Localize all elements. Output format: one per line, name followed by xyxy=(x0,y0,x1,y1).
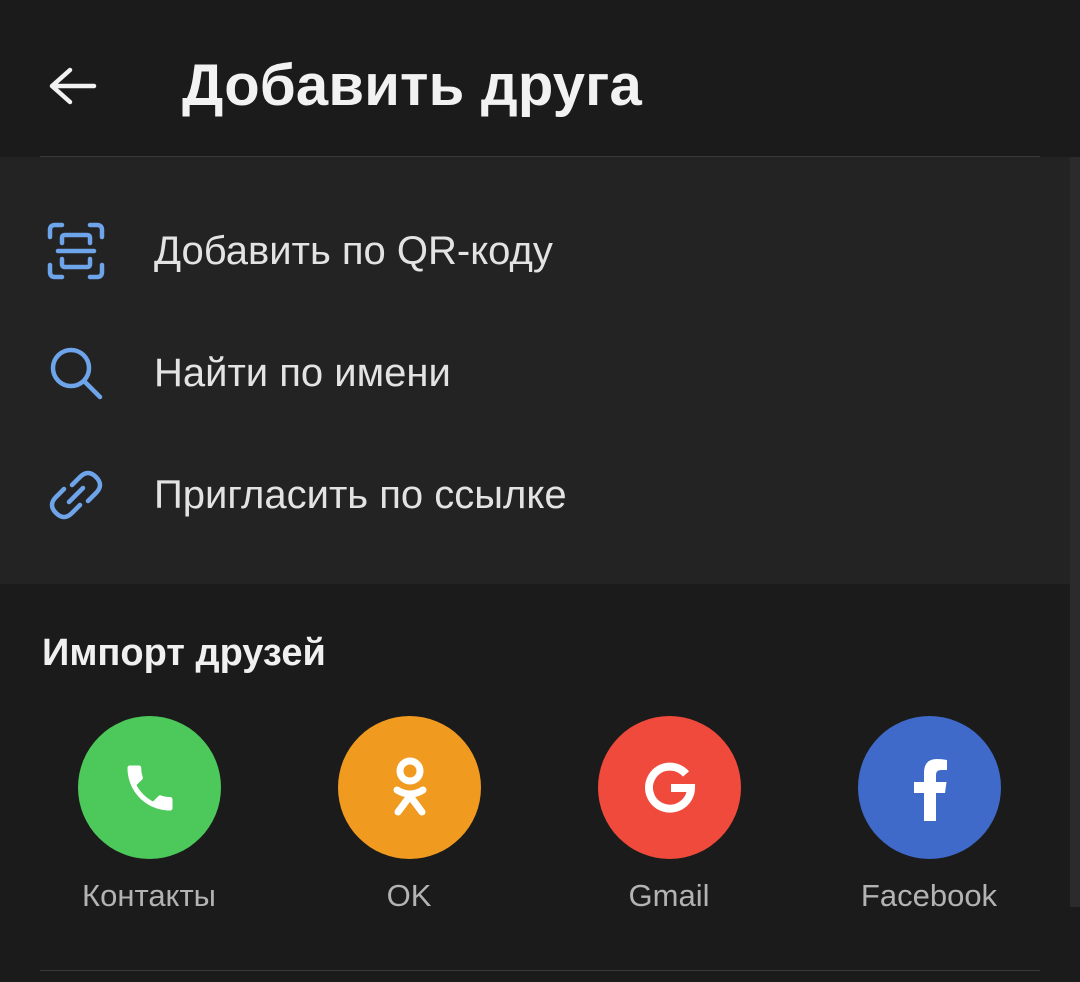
odnoklassniki-icon xyxy=(393,757,426,815)
gmail-circle xyxy=(598,716,741,859)
scrollbar[interactable] xyxy=(1070,157,1080,907)
invite-by-link-item[interactable]: Пригласить по ссылке xyxy=(0,432,1070,554)
search-icon xyxy=(46,343,106,403)
add-by-qr-label: Добавить по QR-коду xyxy=(154,229,553,273)
facebook-icon xyxy=(913,758,947,821)
facebook-label: Facebook xyxy=(860,878,998,913)
add-friend-screen: Добавить друга Добавить по QR-коду Найти… xyxy=(0,0,1080,982)
import-friends-title: Импорт друзей xyxy=(42,632,326,674)
add-friend-actions: Добавить по QR-коду Найти по имени Пригл… xyxy=(0,157,1070,584)
contacts-label: Контакты xyxy=(82,878,216,913)
link-icon xyxy=(46,465,106,525)
find-by-name-item[interactable]: Найти по имени xyxy=(0,310,1070,432)
find-by-name-label: Найти по имени xyxy=(154,351,451,395)
qr-scan-icon xyxy=(46,221,106,281)
arrow-left-icon xyxy=(49,67,97,105)
phone-icon xyxy=(127,765,172,810)
ok-label: OK xyxy=(386,878,432,913)
page-title: Добавить друга xyxy=(182,53,642,118)
gmail-label: Gmail xyxy=(628,878,710,913)
header: Добавить друга xyxy=(0,0,1080,156)
bottom-divider xyxy=(40,970,1040,971)
contacts-circle xyxy=(78,716,221,859)
import-gmail-button[interactable]: Gmail xyxy=(559,716,779,926)
facebook-circle xyxy=(858,716,1001,859)
back-button[interactable] xyxy=(36,50,108,122)
import-contacts-button[interactable]: Контакты xyxy=(39,716,259,926)
invite-by-link-label: Пригласить по ссылке xyxy=(154,473,567,517)
ok-circle xyxy=(338,716,481,859)
import-ok-button[interactable]: OK xyxy=(299,716,519,926)
add-by-qr-item[interactable]: Добавить по QR-коду xyxy=(0,188,1070,310)
google-icon xyxy=(644,762,695,813)
import-facebook-button[interactable]: Facebook xyxy=(819,716,1039,926)
